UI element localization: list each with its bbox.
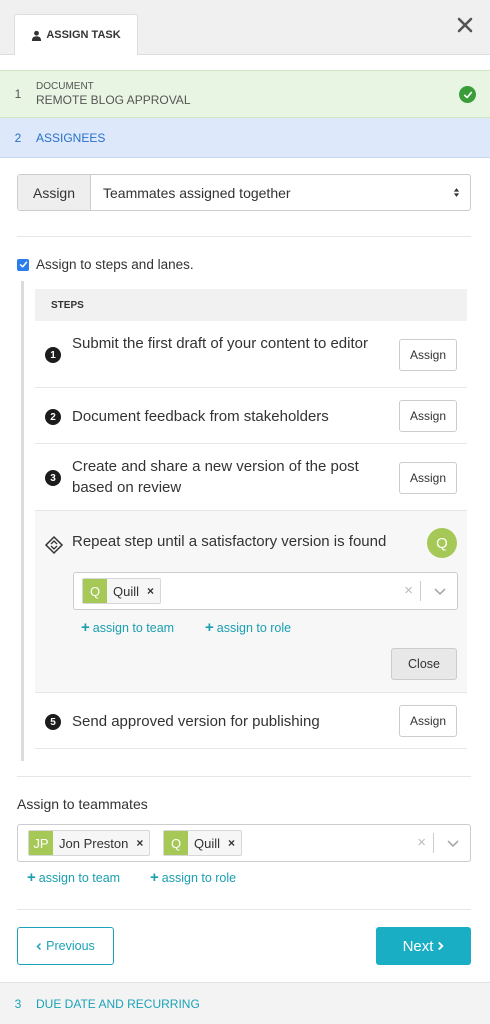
assign-mode-value: Teammates assigned together	[103, 184, 291, 201]
repeat-step-expanded: Repeat step until a satisfactory version…	[35, 511, 467, 693]
divider	[17, 909, 471, 910]
link-label: assign to role	[161, 870, 237, 885]
step-label: DUE DATE AND RECURRING	[36, 996, 200, 1011]
separator	[433, 833, 434, 853]
teammates-field[interactable]: JP Jon Preston × Q Quill × ×	[17, 824, 471, 862]
step-number: 3	[14, 996, 22, 1011]
divider	[17, 776, 471, 777]
step-number-badge: 3	[45, 470, 61, 486]
clear-icon[interactable]: ×	[404, 582, 413, 599]
assign-to-team-link[interactable]: + assign to team	[81, 619, 174, 636]
wizard-step-assignees[interactable]: 2 ASSIGNEES	[0, 118, 490, 158]
teammates-label: Assign to teammates	[17, 796, 148, 812]
remove-tag-icon[interactable]: ×	[228, 836, 235, 850]
repeat-diamond-icon	[44, 535, 64, 555]
tag-name: Quill	[113, 583, 140, 599]
assign-mode-select[interactable]: Assign Teammates assigned together	[17, 174, 471, 211]
remove-tag-icon[interactable]: ×	[147, 584, 154, 598]
tag-name: Quill	[194, 835, 221, 851]
step-text: Repeat step until a satisfactory version…	[72, 533, 387, 550]
chevron-down-icon[interactable]	[446, 836, 460, 850]
clear-icon[interactable]: ×	[417, 834, 426, 851]
checkbox[interactable]	[17, 258, 29, 271]
tab-label: ASSIGN TASK	[46, 29, 121, 41]
chevron-left-icon	[36, 942, 42, 950]
step-number: 1	[14, 87, 22, 101]
link-label: assign to role	[216, 620, 292, 635]
plus-icon: +	[27, 869, 36, 886]
step-number-badge: 1	[45, 347, 61, 363]
close-button[interactable]: Close	[391, 648, 457, 680]
steps-header: STEPS	[35, 289, 467, 321]
step-label: DOCUMENT	[36, 81, 94, 92]
check-circle-icon	[459, 86, 476, 103]
step-value: REMOTE BLOG APPROVAL	[36, 93, 191, 107]
tag-name: Jon Preston	[59, 835, 129, 851]
assign-step-button[interactable]: Assign	[399, 339, 457, 371]
tag-avatar: Q	[164, 831, 188, 855]
plus-icon: +	[205, 619, 214, 636]
tag-avatar: Q	[83, 579, 107, 603]
sort-caret-icon	[442, 175, 470, 210]
assignee-tag: JP Jon Preston ×	[28, 830, 151, 856]
checkbox-label: Assign to steps and lanes.	[36, 257, 194, 272]
step-item: 5 Send approved version for publishing A…	[35, 693, 467, 749]
assign-step-button[interactable]: Assign	[399, 462, 457, 494]
remove-tag-icon[interactable]: ×	[136, 836, 143, 850]
assign-to-role-link[interactable]: + assign to role	[150, 869, 236, 886]
step-assignee-field[interactable]: Q Quill × ×	[73, 572, 458, 610]
top-bar: ASSIGN TASK	[0, 0, 490, 55]
plus-icon: +	[150, 869, 159, 886]
step-number-badge: 2	[45, 409, 61, 425]
separator	[420, 581, 421, 601]
step-item: 3 Create and share a new version of the …	[35, 444, 467, 511]
step-text: Create and share a new version of the po…	[72, 458, 359, 496]
close-icon[interactable]	[454, 14, 476, 36]
step-number-badge: 5	[45, 714, 61, 730]
next-label: Next	[402, 937, 434, 955]
step-text: Document feedback from stakeholders	[72, 408, 329, 425]
link-label: assign to team	[38, 870, 121, 885]
previous-button[interactable]: Previous	[17, 927, 114, 965]
step-item: 2 Document feedback from stakeholders As…	[35, 388, 467, 444]
assignee-tag: Q Quill ×	[82, 578, 162, 604]
assign-step-button[interactable]: Assign	[399, 400, 457, 432]
steps-panel: STEPS 1 Submit the first draft of your c…	[21, 281, 467, 761]
next-button[interactable]: Next	[376, 927, 471, 965]
chevron-down-icon[interactable]	[433, 584, 447, 598]
step-label: ASSIGNEES	[36, 130, 106, 145]
plus-icon: +	[81, 619, 90, 636]
tag-avatar: JP	[29, 831, 53, 855]
previous-label: Previous	[46, 939, 95, 953]
link-label: assign to team	[92, 620, 175, 635]
avatar: Q	[427, 528, 457, 558]
assign-step-button[interactable]: Assign	[399, 705, 457, 737]
chevron-right-icon	[438, 941, 445, 951]
user-icon	[32, 30, 42, 41]
step-item: 1 Submit the first draft of your content…	[35, 321, 467, 388]
tab-assign-task[interactable]: ASSIGN TASK	[14, 14, 138, 55]
wizard-step-document[interactable]: 1 DOCUMENT REMOTE BLOG APPROVAL	[0, 70, 490, 118]
assign-to-steps-toggle[interactable]: Assign to steps and lanes.	[17, 257, 194, 272]
wizard-step-due-date[interactable]: 3 DUE DATE AND RECURRING	[0, 982, 490, 1024]
step-text: Submit the first draft of your content t…	[72, 335, 368, 352]
assign-addon-label: Assign	[18, 175, 91, 210]
step-text: Send approved version for publishing	[72, 713, 320, 730]
divider	[17, 236, 471, 237]
step-number: 2	[14, 130, 22, 145]
assign-to-team-link[interactable]: + assign to team	[27, 869, 120, 886]
assignee-tag: Q Quill ×	[163, 830, 243, 856]
assign-to-role-link[interactable]: + assign to role	[205, 619, 291, 636]
